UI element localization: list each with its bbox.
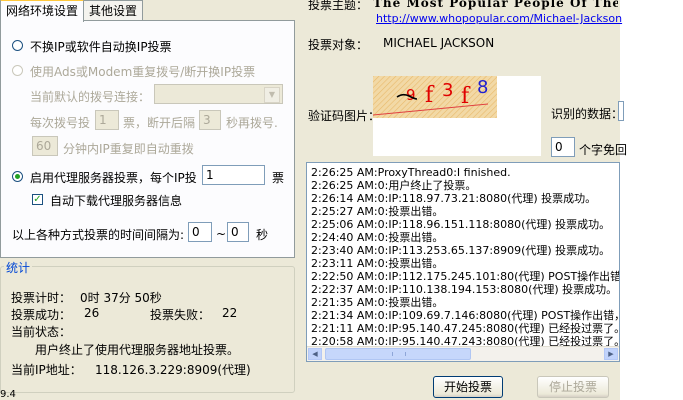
scrollbar-thumb[interactable] [325, 348, 471, 360]
log-line: 2:26:14 AM:0:IP:118.97.73.21:8080(代理) 投票… [311, 192, 597, 205]
radio-selected-dot [15, 174, 20, 179]
log-line: 2:25:06 AM:0:IP:118.96.151.118:8080(代理) … [311, 218, 611, 231]
interval-unit: 秒 [256, 228, 269, 242]
captcha-char-5: 8 [477, 77, 488, 98]
vote-fail-label: 投票失败： [150, 308, 211, 322]
current-status-label: 当前状态： [11, 325, 72, 339]
log-line: 2:22:37 AM:0:IP:110.138.194.153:8080(代理)… [311, 283, 618, 296]
dial-votes-suffix: 票，断开后隔 [123, 116, 196, 130]
auto-download-proxy-checkbox[interactable]: ✓ [32, 194, 43, 205]
captcha-char-3: 3 [442, 80, 453, 101]
log-list[interactable]: 2:26:25 AM:ProxyThread0:I finished. 2:26… [306, 162, 620, 362]
vote-success-label: 投票成功： [11, 308, 72, 322]
log-line: 2:25:27 AM:0:投票出错。 [311, 205, 444, 218]
recognized-input[interactable] [618, 101, 624, 121]
log-line: 2:21:35 AM:0:投票出错。 [311, 296, 444, 309]
no-ip-change-label: 不换IP或软件自动换IP投票 [30, 40, 172, 54]
log-line: 2:26:25 AM:0:用户终止了投票。 [311, 179, 477, 192]
proxy-vote-radio[interactable] [12, 171, 23, 182]
topic-label: 投票主题： [308, 0, 369, 12]
char-count-suffix: 个字免回 [579, 143, 628, 157]
auto-download-proxy-label: 自动下载代理服务器信息 [50, 194, 183, 208]
tab-network-settings[interactable]: 网络环境设置 [0, 0, 85, 22]
log-line: 2:21:11 AM:0:IP:95.140.47.245:8080(代理) 已… [311, 322, 620, 335]
captcha-label: 验证码图片： [308, 109, 381, 123]
settings-panel: 网络环境设置 其他设置 不换IP或软件自动换IP投票 使用Ads或Modem重复… [0, 0, 300, 400]
no-ip-change-radio[interactable] [12, 40, 23, 51]
proxy-vote-label: 启用代理服务器投票，每个IP投 [30, 171, 197, 185]
proxy-votes-input[interactable]: 1 [202, 165, 265, 185]
current-status-value: 用户终止了使用代理服务器地址投票。 [35, 343, 240, 357]
dial-votes-input[interactable]: 1 [95, 110, 119, 130]
log-line: 2:23:11 AM:0:投票出错。 [311, 257, 444, 270]
vote-time-value: 0时 37分 50秒 [80, 291, 162, 305]
log-line: 2:26:25 AM:ProxyThread0:I finished. [311, 166, 511, 179]
vote-success-value: 26 [84, 306, 100, 320]
chevron-down-icon: ▼ [264, 87, 280, 103]
vote-time-label: 投票计时： [11, 291, 72, 305]
network-settings-page: 不换IP或软件自动换IP投票 使用Ads或Modem重复拨号/断开换IP投票 当… [0, 20, 295, 258]
topic-value: The Most Popular People Of The [373, 0, 618, 10]
checkmark-icon: ✓ [33, 194, 42, 205]
scroll-right-arrow-icon[interactable]: ▶ [604, 348, 618, 360]
stats-legend: 统计 [4, 259, 33, 276]
log-line: 2:21:34 AM:0:IP:109.69.7.146:8080(代理) PO… [311, 309, 620, 322]
log-horizontal-scrollbar[interactable]: ◀ ▶ [307, 346, 619, 361]
interval-max-input[interactable]: 0 [227, 222, 249, 242]
adsl-redial-radio[interactable] [12, 65, 23, 76]
repeat-minutes-input[interactable]: 60 [32, 136, 58, 156]
start-vote-button[interactable]: 开始投票 [433, 376, 503, 398]
captcha-area: 9 f 3 f 8 [373, 76, 541, 156]
target-label: 投票对象： [308, 38, 369, 52]
default-dial-label: 当前默认的拨号连接： [30, 90, 151, 104]
topic-url-link[interactable]: http://www.whopopular.com/Michael-Jackso… [376, 12, 622, 25]
repeat-text: 分钟内IP重复即自动重拨 [63, 142, 194, 156]
interval-label: 以上各种方式投票的时间间隔为: [12, 228, 185, 242]
char-count-input[interactable]: 0 [551, 137, 575, 157]
interval-separator: ~ [216, 227, 227, 241]
grip-icon [392, 352, 406, 356]
captcha-image: 9 f 3 f 8 [373, 76, 497, 118]
dial-every-prefix: 每次拨号投 [30, 116, 91, 130]
log-line: 2:24:40 AM:0:投票出错。 [311, 231, 444, 244]
disconnect-seconds-input[interactable]: 3 [199, 110, 221, 130]
log-line: 2:23:40 AM:0:IP:113.253.65.137:8909(代理) … [311, 244, 611, 257]
dial-connection-select[interactable]: ▼ [154, 84, 283, 104]
redial-suffix: 秒再拨号. [226, 116, 278, 130]
adsl-redial-label: 使用Ads或Modem重复拨号/断开换IP投票 [30, 65, 256, 79]
current-ip-label: 当前IP地址： [11, 363, 82, 377]
tab-other-settings[interactable]: 其他设置 [83, 0, 144, 21]
vote-fail-value: 22 [222, 306, 238, 320]
scroll-left-arrow-icon[interactable]: ◀ [308, 348, 322, 360]
log-line: 2:22:50 AM:0:IP:112.175.245.101:80(代理) P… [311, 270, 620, 283]
proxy-votes-unit: 票 [272, 171, 285, 185]
stop-vote-button[interactable]: 停止投票 [537, 376, 609, 398]
target-value: MICHAEL JACKSON [383, 36, 495, 50]
interval-min-input[interactable]: 0 [188, 222, 212, 242]
recognized-label: 识别的数据： [551, 107, 624, 121]
version-fragment: 9.4 [0, 389, 16, 400]
current-ip-value: 118.126.3.229:8909(代理) [95, 363, 251, 377]
